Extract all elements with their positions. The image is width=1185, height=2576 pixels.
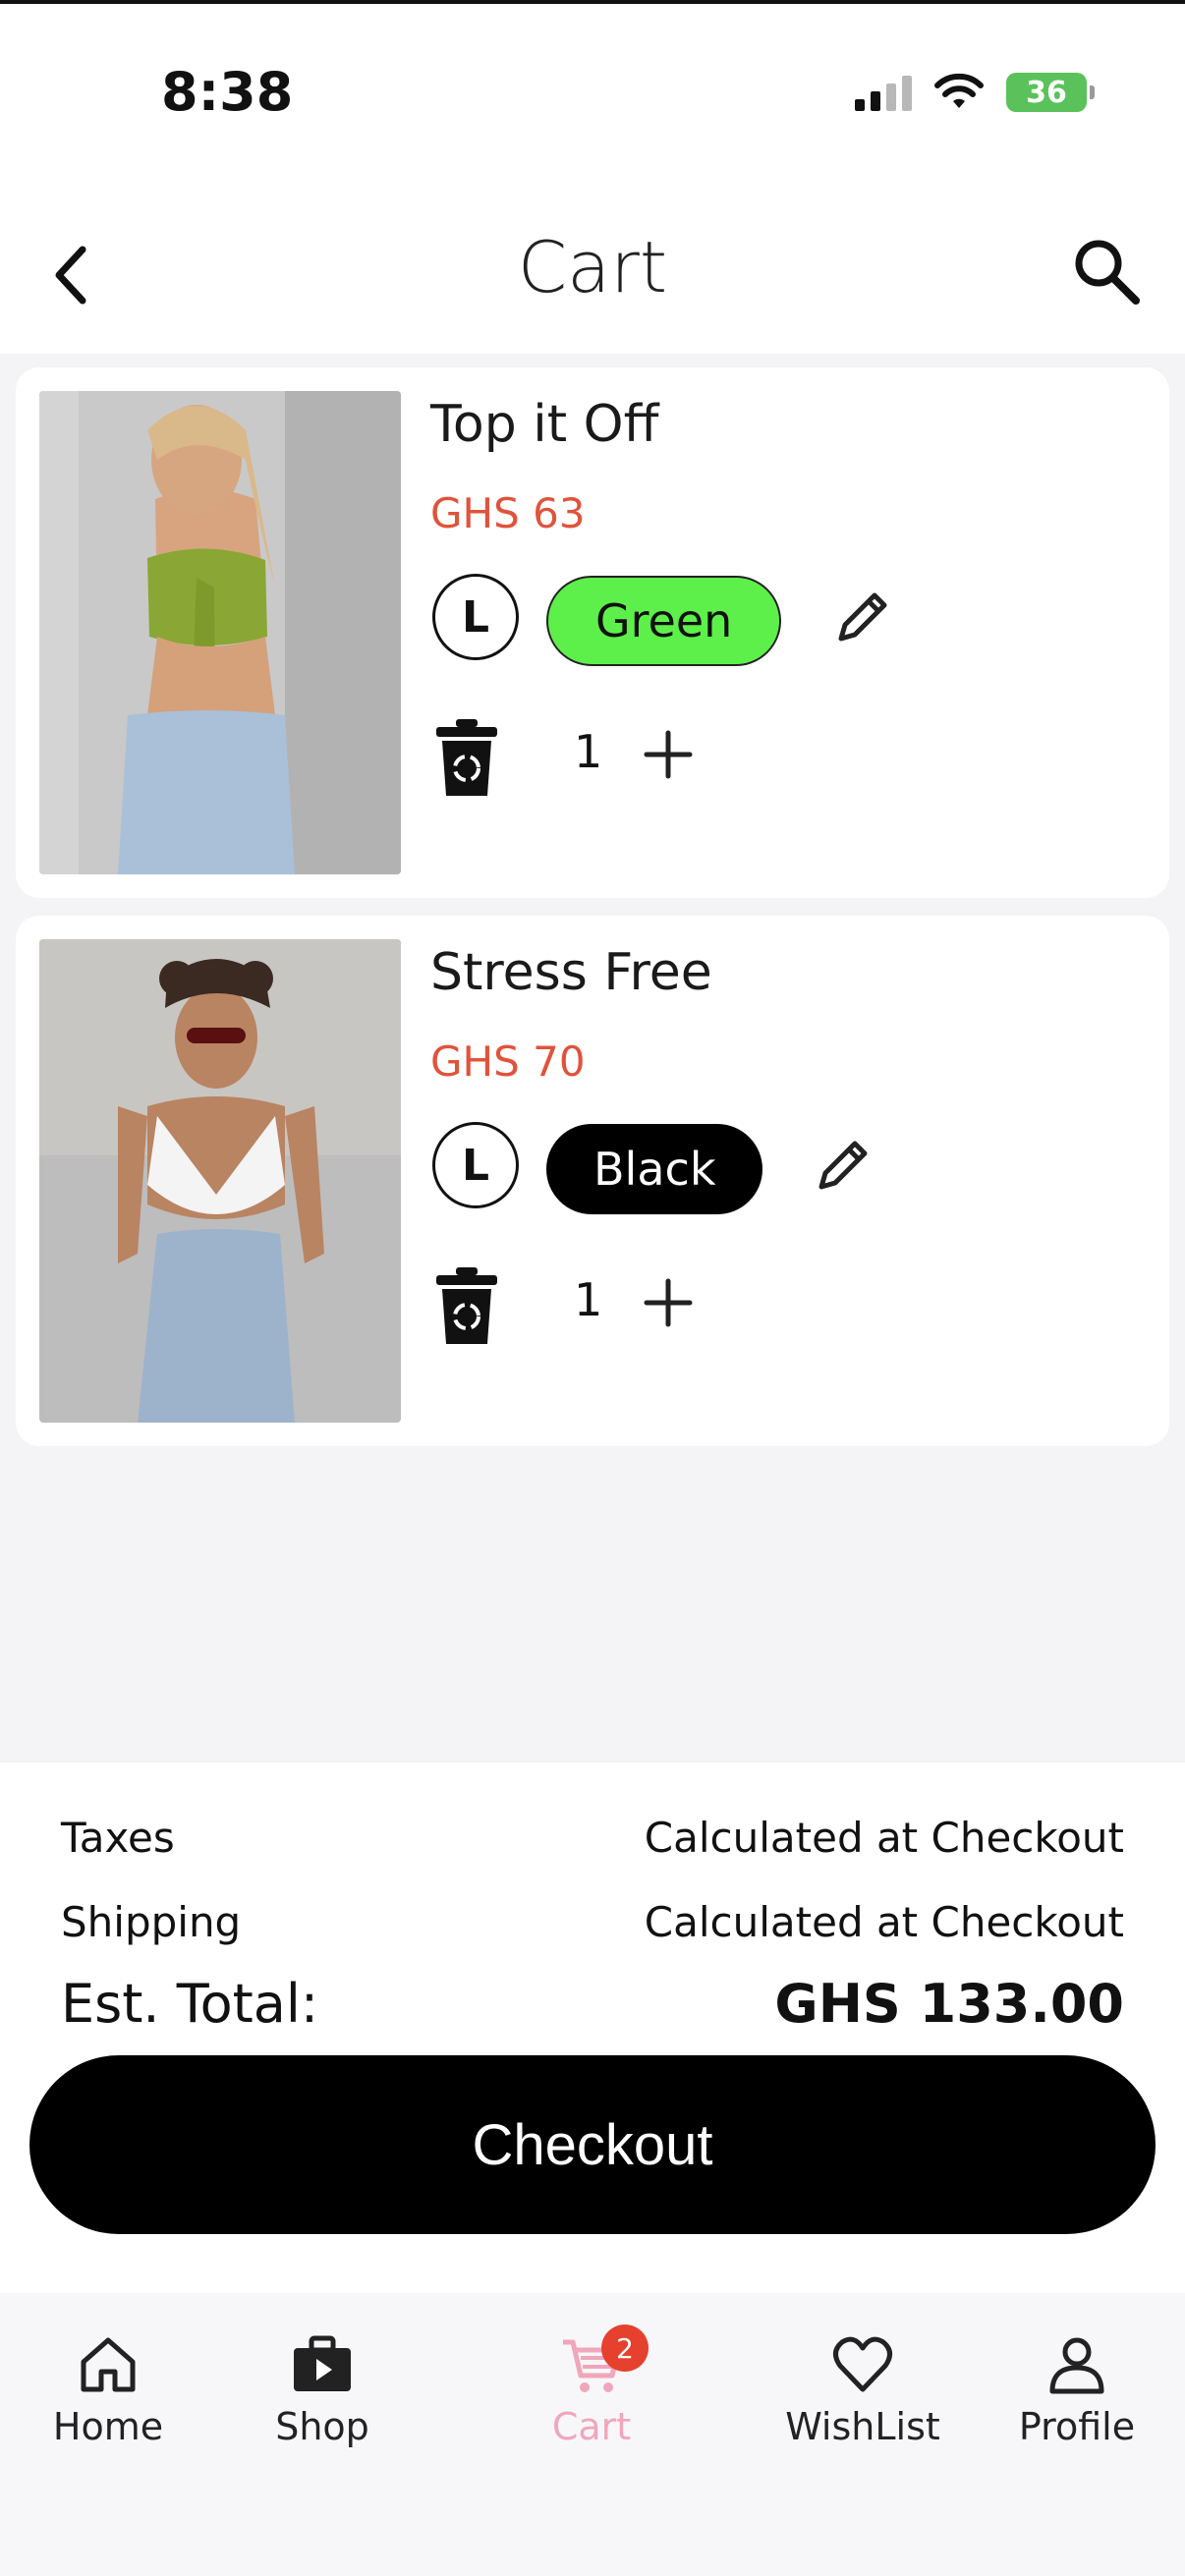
trash-icon[interactable] — [432, 1265, 501, 1346]
wifi-icon — [934, 73, 984, 108]
shipping-row: Shipping Calculated at Checkout — [61, 1898, 1124, 1946]
trash-icon[interactable] — [432, 717, 501, 798]
quantity-value: 1 — [574, 725, 603, 778]
product-price: GHS 63 — [430, 489, 586, 537]
product-price: GHS 70 — [430, 1037, 586, 1086]
profile-icon — [1049, 2337, 1104, 2394]
tab-label: WishList — [785, 2405, 940, 2448]
plus-icon[interactable] — [641, 1275, 696, 1330]
shipping-label: Shipping — [61, 1898, 242, 1946]
cart-item: Stress Free GHS 70 L Black 1 — [16, 916, 1169, 1446]
taxes-row: Taxes Calculated at Checkout — [61, 1814, 1124, 1862]
battery-level: 36 — [1026, 75, 1067, 110]
page-title: Cart — [517, 226, 668, 308]
quantity-value: 1 — [574, 1273, 603, 1326]
taxes-label: Taxes — [61, 1814, 175, 1862]
cellular-signal-icon — [855, 74, 912, 111]
color-chip: Black — [546, 1124, 763, 1214]
tab-label: Profile — [1018, 2405, 1136, 2448]
product-name[interactable]: Top it Off — [430, 395, 658, 454]
nav-bar: Cart — [0, 196, 1185, 354]
tab-cart[interactable]: 2 Cart — [493, 2324, 690, 2448]
heart-icon — [833, 2336, 892, 2392]
size-chip: L — [432, 574, 519, 660]
size-chip: L — [432, 1122, 519, 1208]
tab-label: Cart — [551, 2405, 632, 2448]
status-time: 8:38 — [161, 61, 294, 123]
plus-icon[interactable] — [641, 727, 696, 782]
checkout-button[interactable]: Checkout — [29, 2055, 1156, 2234]
cart-badge: 2 — [601, 2324, 649, 2372]
taxes-value: Calculated at Checkout — [644, 1814, 1124, 1862]
product-image[interactable] — [39, 391, 401, 874]
shipping-value: Calculated at Checkout — [644, 1898, 1124, 1946]
tab-wishlist[interactable]: WishList — [764, 2332, 961, 2448]
tab-profile[interactable]: Profile — [979, 2332, 1175, 2448]
shop-icon — [294, 2335, 351, 2391]
total-row: Est. Total: GHS 133.00 — [61, 1973, 1124, 2035]
status-icons: 36 — [855, 73, 1095, 112]
home-icon — [81, 2337, 136, 2392]
search-icon[interactable] — [1067, 232, 1146, 310]
total-value: GHS 133.00 — [774, 1973, 1124, 2035]
tab-label: Shop — [275, 2405, 369, 2448]
tab-label: Home — [52, 2405, 164, 2448]
product-image[interactable] — [39, 939, 401, 1423]
tab-home[interactable]: Home — [10, 2332, 206, 2448]
order-summary: Taxes Calculated at Checkout Shipping Ca… — [0, 1763, 1185, 2293]
edit-pencil-icon[interactable] — [812, 1134, 875, 1197]
color-chip: Green — [546, 576, 782, 666]
battery-icon: 36 — [1006, 73, 1095, 112]
tab-bar: Home Shop 2 Cart WishList Profile — [0, 2293, 1185, 2576]
product-name[interactable]: Stress Free — [430, 943, 712, 1002]
total-label: Est. Total: — [61, 1973, 319, 2035]
status-bar: 8:38 36 — [0, 0, 1185, 196]
cart-item: Top it Off GHS 63 L Green 1 — [16, 367, 1169, 898]
top-edge — [0, 0, 1185, 4]
tab-shop[interactable]: Shop — [224, 2332, 421, 2448]
edit-pencil-icon[interactable] — [831, 586, 894, 648]
